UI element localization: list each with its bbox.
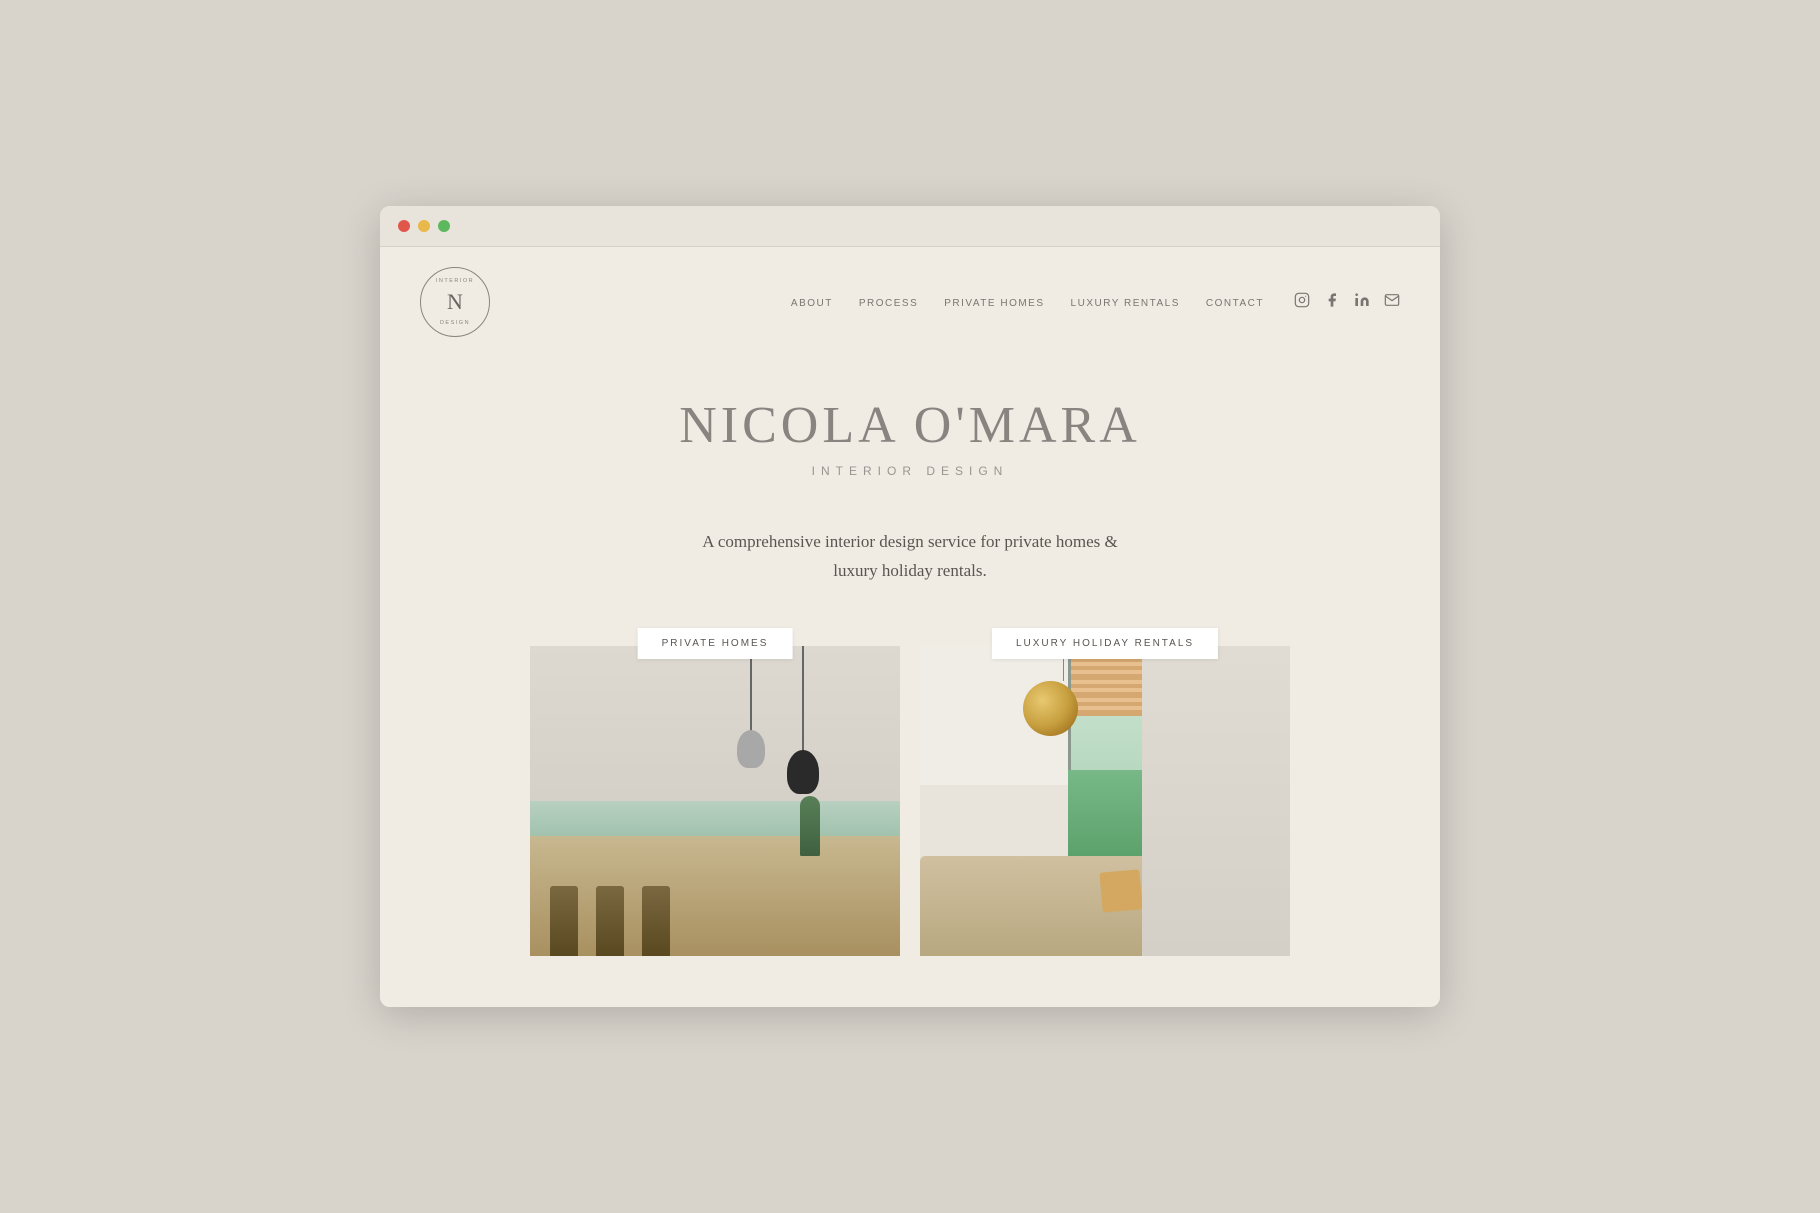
instagram-icon[interactable] <box>1294 292 1310 313</box>
nav-link-private-homes[interactable]: PRIVATE HOMES <box>944 298 1044 309</box>
nav-item-contact[interactable]: CONTACT <box>1206 293 1264 311</box>
logo-top-text: INTERIOR <box>421 278 489 284</box>
chairs <box>550 886 670 956</box>
logo[interactable]: INTERIOR N DESIGN <box>420 267 490 337</box>
nav-social-icons <box>1294 292 1400 313</box>
hero-section: NICOLA O'MARA INTERIOR DESIGN A comprehe… <box>380 357 1440 606</box>
site-content: INTERIOR N DESIGN ABOUT PROCESS PRIVATE … <box>380 247 1440 1007</box>
dining-room-image <box>530 646 900 956</box>
card-luxury-rentals-label: LUXURY HOLIDAY RENTALS <box>992 628 1218 659</box>
wicker-shade <box>1023 681 1078 736</box>
wire-2 <box>802 646 804 751</box>
email-icon[interactable] <box>1384 292 1400 313</box>
cards-section: PRIVATE HOMES <box>380 606 1440 956</box>
chair-2 <box>596 886 624 956</box>
nav-link-contact[interactable]: CONTACT <box>1206 298 1264 309</box>
sofa <box>920 856 1161 956</box>
nav-link-process[interactable]: PROCESS <box>859 298 918 309</box>
nav-item-luxury-rentals[interactable]: LUXURY RENTALS <box>1071 293 1180 311</box>
logo-letter: N <box>447 291 463 313</box>
nav-item-private-homes[interactable]: PRIVATE HOMES <box>944 293 1044 311</box>
wall-right <box>1142 646 1290 956</box>
hero-description: A comprehensive interior design service … <box>690 528 1130 586</box>
card-private-homes[interactable]: PRIVATE HOMES <box>530 646 900 956</box>
facebook-icon[interactable] <box>1324 292 1340 313</box>
chair-3 <box>642 886 670 956</box>
nav-item-about[interactable]: ABOUT <box>791 293 833 311</box>
nav-item-process[interactable]: PROCESS <box>859 293 918 311</box>
cushion <box>1099 869 1142 912</box>
card-luxury-rentals[interactable]: LUXURY HOLIDAY RENTALS <box>920 646 1290 956</box>
hero-title: NICOLA O'MARA <box>400 397 1420 454</box>
maximize-dot[interactable] <box>438 220 450 232</box>
wicker-pendant <box>1050 646 1078 736</box>
close-dot[interactable] <box>398 220 410 232</box>
browser-window: INTERIOR N DESIGN ABOUT PROCESS PRIVATE … <box>380 206 1440 1007</box>
hero-subtitle: INTERIOR DESIGN <box>400 464 1420 478</box>
pendant-1 <box>737 646 765 794</box>
shade-2 <box>787 750 819 794</box>
nav-links: ABOUT PROCESS PRIVATE HOMES LUXURY RENTA… <box>791 293 1264 311</box>
pendant-2 <box>787 646 819 794</box>
nav-link-luxury-rentals[interactable]: LUXURY RENTALS <box>1071 298 1180 309</box>
plant <box>800 796 820 856</box>
minimize-dot[interactable] <box>418 220 430 232</box>
card-private-homes-label: PRIVATE HOMES <box>638 628 793 659</box>
ceiling <box>530 646 900 817</box>
navbar: INTERIOR N DESIGN ABOUT PROCESS PRIVATE … <box>380 247 1440 357</box>
browser-chrome <box>380 206 1440 247</box>
linkedin-icon[interactable] <box>1354 292 1370 313</box>
shade-1 <box>737 730 765 768</box>
nav-link-about[interactable]: ABOUT <box>791 298 833 309</box>
pendants <box>737 646 819 794</box>
logo-bottom-text: DESIGN <box>421 320 489 326</box>
living-room-image <box>920 646 1290 956</box>
chair-1 <box>550 886 578 956</box>
